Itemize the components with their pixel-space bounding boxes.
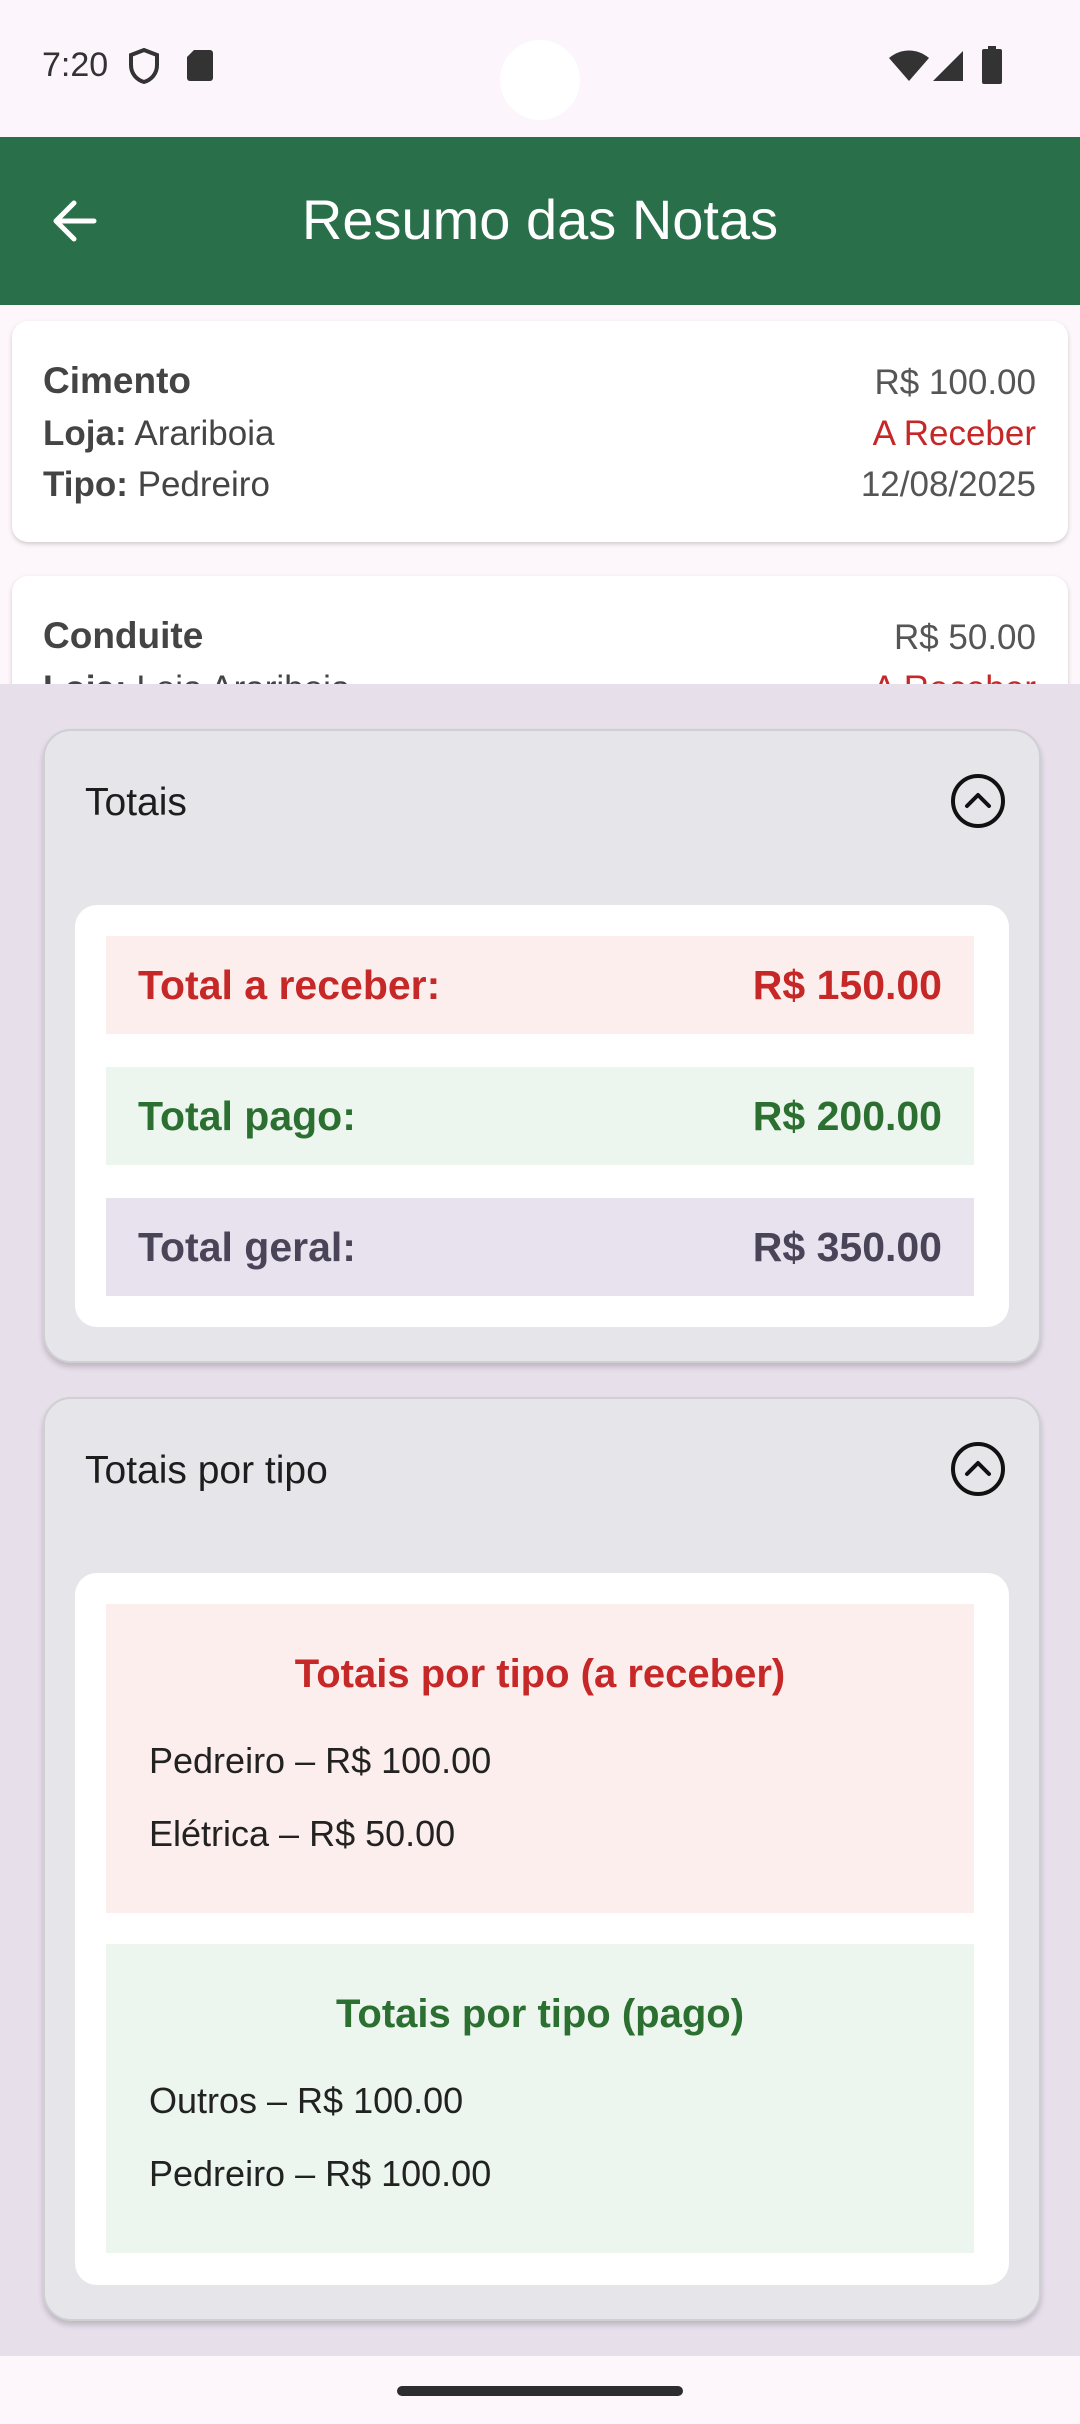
list-item: Outros – R$ 100.00 xyxy=(149,2080,464,2121)
signal-icon xyxy=(932,50,964,87)
type-label: Tipo: xyxy=(43,465,128,504)
total-pago-value: R$ 200.00 xyxy=(752,1092,942,1139)
total-geral-label: Total geral: xyxy=(138,1223,356,1270)
note-name: Cimento xyxy=(43,360,191,401)
totals-panel: Totais Total a receber: R$ 150.00 Total … xyxy=(43,729,1041,1363)
list-item: Elétrica – R$ 50.00 xyxy=(149,1813,456,1854)
status-bar: 7:20 xyxy=(0,0,1080,137)
types-panel: Totais por tipo Totais por tipo (a receb… xyxy=(43,1397,1041,2321)
total-geral-row: Total geral: R$ 350.00 xyxy=(106,1198,974,1296)
note-status: A Receber xyxy=(872,414,1036,453)
list-item: Pedreiro – R$ 100.00 xyxy=(149,1740,492,1781)
chevron-up-icon xyxy=(951,774,1005,828)
collapse-totals-button[interactable] xyxy=(949,772,1007,830)
total-geral-value: R$ 350.00 xyxy=(752,1223,942,1270)
home-indicator[interactable] xyxy=(397,2386,683,2396)
note-name: Conduite xyxy=(43,615,204,656)
bottom-sheet: Totais Total a receber: R$ 150.00 Total … xyxy=(0,684,1080,2356)
totals-card: Total a receber: R$ 150.00 Total pago: R… xyxy=(75,905,1009,1327)
type-value: Pedreiro xyxy=(137,465,270,504)
collapse-types-button[interactable] xyxy=(949,1440,1007,1498)
store-value: Arariboia xyxy=(134,414,275,453)
shield-icon xyxy=(128,47,160,89)
types-panel-title: Totais por tipo xyxy=(85,1449,328,1492)
note-type: Tipo: Pedreiro xyxy=(43,465,270,505)
battery-icon xyxy=(982,46,1002,89)
note-value: R$ 100.00 xyxy=(874,363,1036,402)
types-pago-title: Totais por tipo (pago) xyxy=(335,1992,745,2036)
types-receber-title: Totais por tipo (a receber) xyxy=(294,1652,786,1696)
chevron-up-icon xyxy=(951,1442,1005,1496)
store-label: Loja: xyxy=(43,414,127,453)
total-pago-row: Total pago: R$ 200.00 xyxy=(106,1067,974,1165)
total-receber-label: Total a receber: xyxy=(138,961,441,1008)
totals-panel-title: Totais xyxy=(85,781,187,824)
total-receber-value: R$ 150.00 xyxy=(752,961,942,1008)
types-card: Totais por tipo (a receber) Pedreiro – R… xyxy=(75,1573,1009,2285)
note-store: Loja: Arariboia xyxy=(43,414,274,454)
app-bar: Resumo das Notas xyxy=(0,137,1080,305)
types-receber-box: Totais por tipo (a receber) Pedreiro – R… xyxy=(106,1604,974,1913)
status-time: 7:20 xyxy=(42,46,109,84)
sd-card-icon xyxy=(186,48,214,87)
note-value: R$ 50.00 xyxy=(893,618,1036,657)
note-date: 12/08/2025 xyxy=(860,465,1036,504)
page-title: Resumo das Notas xyxy=(301,188,779,251)
total-pago-label: Total pago: xyxy=(138,1092,356,1139)
wifi-icon xyxy=(889,50,929,87)
total-receber-row: Total a receber: R$ 150.00 xyxy=(106,936,974,1034)
note-card[interactable]: Cimento Loja: Arariboia Tipo: Pedreiro R… xyxy=(12,321,1068,542)
types-pago-box: Totais por tipo (pago) Outros – R$ 100.0… xyxy=(106,1944,974,2253)
camera-cutout xyxy=(500,40,580,120)
list-item: Pedreiro – R$ 100.00 xyxy=(149,2153,492,2194)
